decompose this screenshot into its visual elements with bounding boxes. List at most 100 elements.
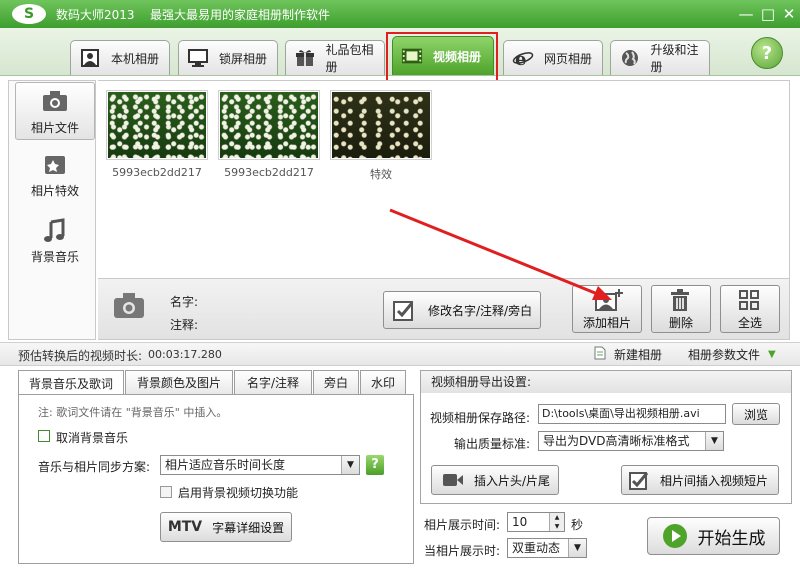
tab-lockscreen-album[interactable]: 锁屏相册 — [178, 40, 278, 75]
tab-watermark[interactable]: 水印 — [360, 370, 406, 394]
tab-label: 名字/注释 — [246, 376, 300, 390]
camera-icon — [112, 290, 146, 320]
minimize-button[interactable]: — — [736, 5, 756, 23]
tab-bg-color-image[interactable]: 背景颜色及图片 — [125, 370, 233, 394]
sidebar-item-photo-effects[interactable]: 相片特效 — [15, 146, 95, 204]
edit-name-note-narration-button[interactable]: 修改名字/注释/旁白 — [383, 291, 541, 329]
ie-icon: e — [512, 47, 534, 69]
maximize-button[interactable]: □ — [758, 5, 778, 23]
select-value: 双重动态 — [512, 541, 561, 555]
sync-scheme-label: 音乐与相片同步方案: — [38, 460, 151, 474]
globe-icon — [619, 47, 640, 69]
document-icon — [594, 346, 606, 363]
button-label: 插入片头/片尾 — [474, 473, 551, 488]
subtitle-settings-button[interactable]: MTV 字幕详细设置 — [160, 512, 292, 542]
save-path-input[interactable]: D:\tools\桌面\导出视频相册.avi — [538, 404, 726, 424]
display-time-stepper[interactable]: 10 ▲ ▼ — [507, 512, 565, 532]
sync-scheme-select[interactable]: 相片适应音乐时间长度 ▼ — [160, 455, 360, 475]
stepper-value: 10 — [512, 515, 528, 529]
add-photo-icon — [594, 288, 623, 312]
name-label: 名字: — [170, 295, 199, 309]
music-note-icon — [41, 218, 69, 244]
button-label: 删除 — [668, 315, 693, 330]
tab-local-album[interactable]: 本机相册 — [70, 40, 170, 75]
tab-web-album[interactable]: e 网页相册 — [503, 40, 603, 75]
app-logo: S — [12, 4, 46, 24]
cancel-music-label: 取消背景音乐 — [56, 431, 129, 445]
tab-label: 背景音乐及歌词 — [28, 376, 113, 391]
select-all-button[interactable]: 全选 — [720, 285, 780, 333]
tab-narration[interactable]: 旁白 — [313, 370, 359, 394]
button-label: 相册参数文件 — [688, 347, 761, 362]
tab-upgrade-register[interactable]: 升级和注册 — [610, 40, 710, 75]
album-params-file-button[interactable]: 相册参数文件 ▼ — [688, 345, 776, 363]
chevron-down-icon[interactable]: ▼ — [341, 456, 359, 474]
tab-music-lyrics[interactable]: 背景音乐及歌词 — [18, 370, 124, 395]
tab-label: 礼品包相册 — [325, 43, 374, 74]
display-mode-label: 当相片展示时: — [424, 544, 501, 558]
edit-check-icon — [628, 470, 650, 490]
video-camera-icon — [442, 470, 464, 490]
photo-thumbnail[interactable] — [106, 90, 208, 160]
photo-label: 5993ecb2dd217 — [112, 166, 202, 179]
button-label: 字幕详细设置 — [212, 520, 285, 535]
tab-label: 网页相册 — [544, 51, 593, 66]
grid-icon — [737, 288, 763, 312]
sidebar-item-background-music[interactable]: 背景音乐 — [15, 212, 95, 270]
cancel-music-checkbox[interactable] — [38, 430, 50, 442]
triangle-down-icon: ▼ — [768, 348, 776, 360]
chevron-down-icon[interactable]: ▼ — [568, 539, 586, 557]
app-title: 数码大师2013 — [56, 8, 135, 22]
help-button[interactable]: ? — [751, 37, 783, 69]
sync-help-button[interactable]: ? — [366, 455, 384, 475]
tab-gift-album[interactable]: 礼品包相册 — [285, 40, 385, 75]
new-album-button[interactable]: 新建相册 — [594, 345, 662, 363]
sidebar-item-label: 相片特效 — [30, 184, 79, 198]
select-value: 导出为DVD高清晰标准格式 — [543, 434, 690, 448]
tab-label: 本机相册 — [111, 51, 160, 66]
browse-button[interactable]: 浏览 — [732, 403, 780, 425]
edit-check-icon — [392, 298, 416, 322]
insert-video-clip-button[interactable]: 相片间插入视频短片 — [621, 465, 779, 495]
spin-arrows-icon[interactable]: ▲ ▼ — [549, 513, 564, 531]
video-switch-label: 启用背景视频切换功能 — [178, 486, 299, 500]
photo-thumbnail-effect[interactable] — [330, 90, 432, 160]
start-generate-button[interactable]: 开始生成 — [647, 517, 780, 555]
quality-select[interactable]: 导出为DVD高清晰标准格式 ▼ — [538, 431, 724, 451]
button-label: 相片间插入视频短片 — [660, 473, 769, 488]
delete-button[interactable]: 删除 — [651, 285, 711, 333]
save-path-label: 视频相册保存路径: — [430, 411, 531, 425]
tab-label: 旁白 — [323, 376, 348, 390]
trash-icon — [668, 288, 694, 312]
video-switch-checkbox[interactable] — [160, 486, 172, 498]
lyrics-note: 注: 歌词文件请在 "背景音乐" 中插入。 — [38, 406, 228, 419]
seconds-unit-label: 秒 — [571, 518, 584, 532]
play-circle-icon — [662, 523, 688, 549]
close-button[interactable]: ✕ — [779, 5, 799, 23]
sidebar-item-label: 背景音乐 — [30, 250, 79, 264]
tab-label: 水印 — [370, 376, 395, 390]
estimated-duration-label: 预估转换后的视频时长: — [18, 349, 143, 363]
svg-text:e: e — [515, 49, 526, 68]
export-settings-header: 视频相册导出设置: — [421, 371, 791, 393]
sidebar-item-photo-files[interactable]: 相片文件 — [15, 82, 95, 140]
tab-name-note[interactable]: 名字/注释 — [234, 370, 312, 394]
tab-label: 背景颜色及图片 — [136, 376, 221, 390]
sidebar-item-label: 相片文件 — [30, 121, 79, 135]
gift-icon — [294, 47, 315, 69]
display-mode-select[interactable]: 双重动态 ▼ — [507, 538, 587, 558]
photo-label: 5993ecb2dd217 — [224, 166, 314, 179]
monitor-icon — [187, 47, 209, 69]
chevron-down-icon[interactable]: ▼ — [705, 432, 723, 450]
tab-label: 锁屏相册 — [219, 51, 268, 66]
photo-label: 特效 — [370, 168, 392, 181]
add-photo-button[interactable]: 添加相片 — [572, 285, 642, 333]
button-label: 浏览 — [743, 407, 768, 422]
button-label: 全选 — [737, 315, 762, 330]
camera-icon — [41, 89, 69, 115]
app-slogan: 最强大最易用的家庭相册制作软件 — [150, 8, 331, 22]
note-label: 注释: — [170, 318, 199, 332]
photo-thumbnail[interactable] — [218, 90, 320, 160]
insert-head-tail-button[interactable]: 插入片头/片尾 — [431, 465, 559, 495]
button-label: 新建相册 — [614, 347, 663, 362]
